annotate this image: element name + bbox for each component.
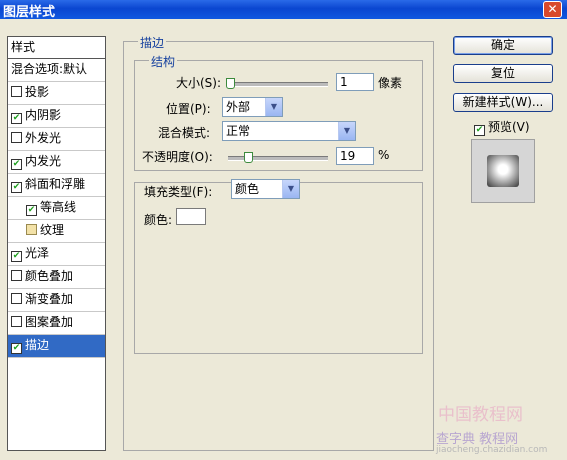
style-list-item[interactable]: ✔ 内阴影	[8, 105, 105, 128]
size-unit: 像素	[378, 76, 403, 90]
watermark-line1: 中国教程网	[438, 405, 523, 425]
style-checkbox[interactable]: ✔	[11, 343, 22, 354]
style-list-item[interactable]: ✔ 描边	[8, 335, 105, 358]
position-label: 位置(P):	[166, 102, 211, 116]
new-style-button[interactable]: 新建样式(W)...	[453, 93, 553, 112]
fill-type-label: 填充类型(F):	[142, 183, 215, 200]
style-list-item[interactable]: ✔ 光泽	[8, 243, 105, 266]
stroke-color-swatch[interactable]	[176, 208, 206, 225]
size-slider-track[interactable]	[228, 82, 328, 87]
reset-button[interactable]: 复位	[453, 64, 553, 83]
opacity-slider-track[interactable]	[228, 156, 328, 161]
blend-mode-label: 混合模式:	[158, 126, 211, 140]
style-list-item[interactable]: 混合选项:默认	[8, 59, 105, 82]
stroke-group-title: 描边	[138, 34, 167, 51]
color-label: 颜色:	[144, 213, 173, 227]
stroke-group: 描边 结构 大小(S): 1 像素 位置(P): 外部 ▼ 混合模式: 正常 ▼…	[123, 34, 434, 451]
chevron-down-icon: ▼	[282, 180, 299, 198]
style-list-item[interactable]: 外发光	[8, 128, 105, 151]
structure-group-title: 结构	[149, 53, 178, 70]
style-list-item-label: 纹理	[40, 223, 65, 237]
watermark: 中国教程网 查字典 教程网 jiaocheng.chazidian.com	[432, 400, 562, 458]
style-list-item-label: 内阴影	[25, 108, 62, 122]
style-list-item[interactable]: 渐变叠加	[8, 289, 105, 312]
style-list-item[interactable]: 投影	[8, 82, 105, 105]
style-list-item-label: 混合选项:默认	[11, 62, 88, 76]
watermark-line3: jiaocheng.chazidian.com	[436, 445, 548, 455]
style-checkbox[interactable]	[11, 293, 22, 304]
position-select[interactable]: 外部 ▼	[222, 97, 283, 117]
opacity-label: 不透明度(O):	[142, 150, 213, 164]
structure-group: 结构 大小(S): 1 像素 位置(P): 外部 ▼ 混合模式: 正常 ▼ 不透…	[134, 53, 423, 171]
opacity-input[interactable]: 19	[336, 147, 374, 165]
style-list-item-label: 渐变叠加	[25, 292, 74, 306]
style-checkbox[interactable]	[11, 86, 22, 97]
style-list-item-label: 光泽	[25, 246, 50, 260]
close-button[interactable]: ✕	[543, 1, 562, 18]
style-list-item[interactable]: ✔ 等高线	[8, 197, 105, 220]
size-slider-thumb[interactable]	[226, 78, 235, 89]
style-list-item-label: 斜面和浮雕	[25, 177, 86, 191]
blend-mode-select[interactable]: 正常 ▼	[222, 121, 356, 141]
style-checkbox[interactable]: ✔	[11, 159, 22, 170]
opacity-unit: %	[378, 148, 390, 162]
style-preview	[471, 139, 535, 203]
style-checkbox[interactable]	[11, 270, 22, 281]
style-checkbox[interactable]	[11, 316, 22, 327]
size-label: 大小(S):	[176, 76, 222, 90]
style-list-item[interactable]: ✔ 斜面和浮雕	[8, 174, 105, 197]
style-list-item-label: 投影	[25, 85, 50, 99]
close-icon: ✕	[547, 2, 558, 16]
chevron-down-icon: ▼	[338, 122, 355, 140]
style-list-item-label: 外发光	[25, 131, 62, 145]
style-list-item[interactable]: 图案叠加	[8, 312, 105, 335]
fill-type-select[interactable]: 颜色 ▼	[231, 179, 300, 199]
style-list-header: 样式	[8, 37, 105, 59]
style-checkbox[interactable]	[11, 132, 22, 143]
style-checkbox[interactable]: ✔	[11, 251, 22, 262]
opacity-slider-thumb[interactable]	[244, 152, 254, 163]
preview-checkbox[interactable]: ✔	[474, 125, 485, 136]
size-input[interactable]: 1	[336, 73, 374, 91]
style-list-item[interactable]: 颜色叠加	[8, 266, 105, 289]
style-list-item[interactable]: 纹理	[8, 220, 105, 243]
title-bar: 图层样式 ✕	[0, 0, 567, 20]
style-checkbox[interactable]: ✔	[26, 205, 37, 216]
style-list-item-label: 颜色叠加	[25, 269, 74, 283]
window-title: 图层样式	[3, 5, 56, 20]
style-list-item-label: 等高线	[40, 200, 77, 214]
preview-thumbnail	[487, 155, 519, 187]
style-list-item[interactable]: ✔ 内发光	[8, 151, 105, 174]
blend-mode-select-value: 正常	[226, 124, 251, 138]
fill-type-select-value: 颜色	[235, 182, 260, 196]
style-checkbox[interactable]: ✔	[11, 182, 22, 193]
style-list: 样式 混合选项:默认 投影 ✔ 内阴影 外发光 ✔ 内发光 ✔ 斜面和浮雕 ✔ 等高线 纹理 ✔ 光泽 颜色…	[7, 36, 106, 451]
texture-swatch-checkbox[interactable]	[26, 224, 37, 235]
style-list-item-label: 描边	[25, 338, 50, 352]
chevron-down-icon: ▼	[265, 98, 282, 116]
fill-group: 填充类型(F): 颜色 ▼ 颜色:	[134, 179, 423, 354]
style-checkbox[interactable]: ✔	[11, 113, 22, 124]
ok-button[interactable]: 确定	[453, 36, 553, 55]
preview-checkbox-row[interactable]: ✔ 预览(V)	[474, 118, 530, 136]
style-list-item-label: 图案叠加	[25, 315, 74, 329]
position-select-value: 外部	[226, 100, 251, 114]
preview-label: 预览(V)	[488, 120, 530, 134]
style-list-item-label: 内发光	[25, 154, 62, 168]
